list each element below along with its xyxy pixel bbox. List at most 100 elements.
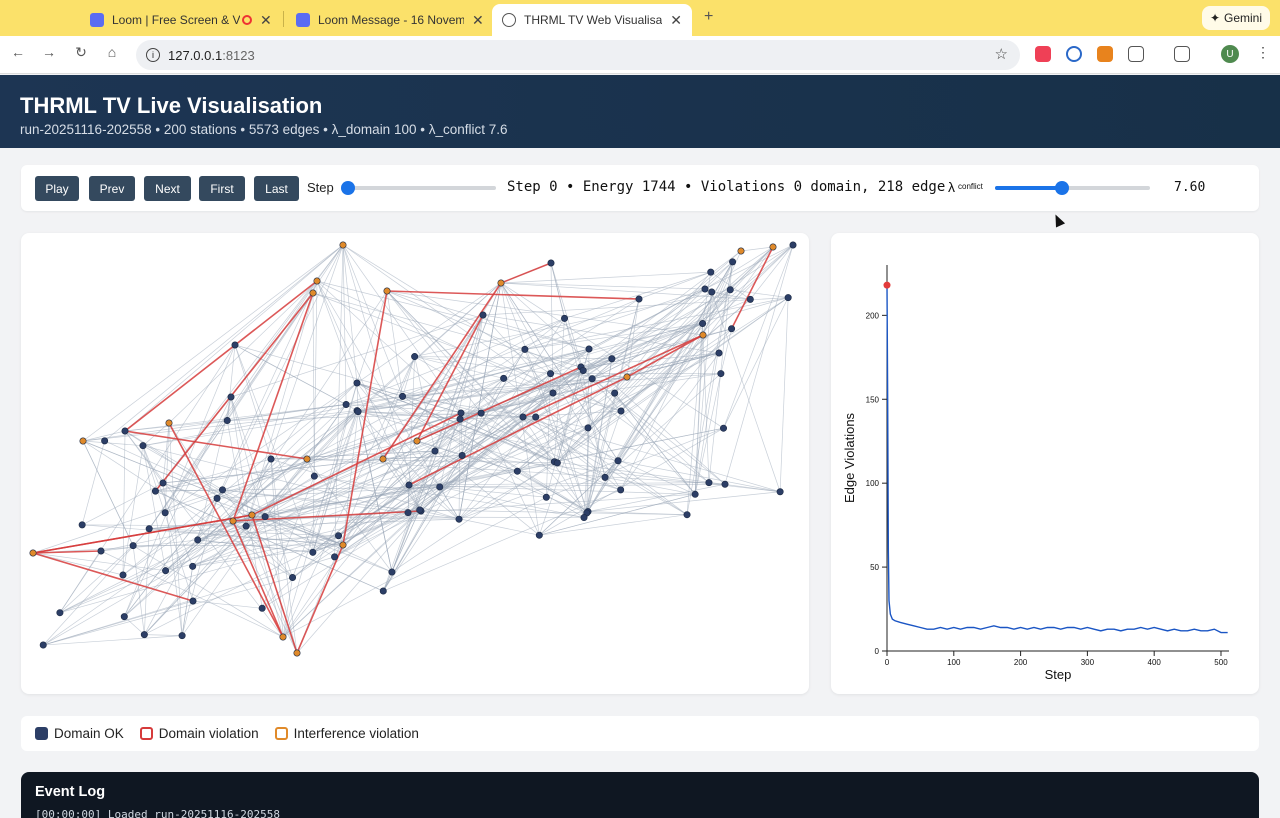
- interference-node: [769, 243, 777, 251]
- station-node: [535, 531, 543, 539]
- station-node: [289, 574, 297, 582]
- avatar[interactable]: U: [1221, 45, 1239, 63]
- station-node: [145, 525, 153, 533]
- legend-item-interference-violation: Interference violation: [274, 726, 419, 741]
- forward-arrow-icon[interactable]: →: [39, 44, 59, 60]
- event-log: Event Log [00:00:00] Loaded run-20251116…: [21, 772, 1259, 818]
- graph-edge: [32, 552, 166, 572]
- browser-tab-loom[interactable]: Loom | Free Screen & Vide ✕: [80, 4, 282, 36]
- close-tab-icon[interactable]: ✕: [260, 12, 272, 29]
- lambda-slider-thumb[interactable]: [1054, 181, 1069, 195]
- step-slider[interactable]: [341, 181, 496, 195]
- station-node: [139, 442, 147, 450]
- extensions-icon[interactable]: [1128, 46, 1144, 62]
- first-button[interactable]: First: [199, 176, 245, 201]
- station-node: [194, 536, 202, 544]
- current-step-marker: [883, 281, 891, 289]
- lambda-conflict-slider[interactable]: [995, 181, 1150, 195]
- station-node: [715, 349, 723, 357]
- metamask-icon[interactable]: [1097, 46, 1113, 62]
- bookmark-star-icon[interactable]: ☆: [995, 45, 1008, 63]
- network-graph[interactable]: [21, 233, 809, 694]
- browser-tab-thrml[interactable]: THRML TV Web Visualisation ✕: [492, 4, 692, 36]
- graph-edge: [779, 297, 789, 492]
- graph-edge: [439, 486, 547, 498]
- tab-title: Loom | Free Screen & Vide: [112, 13, 240, 27]
- pocket-icon[interactable]: [1035, 46, 1051, 62]
- interference-node: [293, 649, 301, 657]
- station-node: [309, 548, 317, 556]
- gemini-button[interactable]: ✦ Gemini: [1202, 6, 1270, 30]
- browser-tab-loom-message[interactable]: Loom Message - 16 Novembe ✕: [286, 4, 494, 36]
- interference-node: [623, 373, 631, 381]
- graph-edge: [704, 244, 794, 290]
- graph-edge: [148, 292, 314, 529]
- station-node: [39, 641, 47, 649]
- page-title: THRML TV Live Visualisation: [20, 93, 323, 118]
- graph-edge: [144, 410, 358, 635]
- station-node: [721, 480, 729, 488]
- next-button[interactable]: Next: [144, 176, 191, 201]
- station-node: [455, 515, 463, 523]
- station-node: [354, 408, 362, 416]
- graph-edge: [264, 392, 554, 517]
- station-node: [223, 417, 231, 425]
- graph-edge: [740, 246, 774, 252]
- step-slider-thumb[interactable]: [341, 181, 355, 195]
- station-node: [161, 509, 169, 517]
- new-tab-button[interactable]: +: [704, 8, 713, 26]
- loom-favicon-icon: [296, 13, 310, 27]
- edge-layer: [32, 244, 794, 654]
- station-node: [547, 259, 555, 267]
- menu-icon[interactable]: ⋮: [1256, 44, 1270, 61]
- station-node: [411, 353, 419, 361]
- station-node: [121, 427, 129, 435]
- reload-icon[interactable]: ↻: [71, 44, 91, 61]
- station-node: [404, 509, 412, 517]
- station-node: [119, 571, 127, 579]
- address-bar[interactable]: i 127.0.0.1:8123 ☆: [136, 40, 1020, 70]
- close-tab-icon[interactable]: ✕: [670, 12, 682, 29]
- x-tick-label: 500: [1214, 658, 1228, 667]
- last-button[interactable]: Last: [254, 176, 299, 201]
- station-node: [140, 631, 148, 639]
- interference-node: [279, 633, 287, 641]
- info-icon[interactable]: i: [146, 48, 160, 62]
- graph-edge: [226, 292, 314, 421]
- interference-node: [699, 331, 707, 339]
- station-node: [608, 355, 616, 363]
- station-node: [601, 473, 609, 481]
- x-tick-label: 100: [947, 658, 961, 667]
- interference-node: [339, 241, 347, 249]
- station-node: [579, 367, 587, 375]
- station-node: [699, 319, 707, 327]
- graph-edge: [43, 635, 183, 646]
- graph-edge: [587, 483, 726, 512]
- tab-search-icon[interactable]: [1174, 46, 1190, 62]
- x-tick-label: 400: [1148, 658, 1162, 667]
- station-node: [708, 288, 716, 296]
- station-node: [746, 295, 754, 303]
- recording-icon: [242, 15, 252, 25]
- tab-title: THRML TV Web Visualisation: [524, 13, 663, 27]
- playback-controls: Play Prev Next First Last Step Step 0 • …: [21, 165, 1259, 211]
- home-icon[interactable]: ⌂: [102, 44, 122, 60]
- browser-tab-bar: Loom | Free Screen & Vide ✕ Loom Message…: [0, 0, 1280, 36]
- onepassword-icon[interactable]: [1066, 46, 1082, 62]
- prev-button[interactable]: Prev: [89, 176, 135, 201]
- back-arrow-icon[interactable]: ←: [8, 44, 28, 60]
- interference-node: [79, 437, 87, 445]
- station-node: [399, 392, 407, 400]
- play-button[interactable]: Play: [35, 176, 79, 201]
- station-node: [726, 286, 734, 294]
- station-node: [242, 522, 250, 530]
- graph-edge: [750, 244, 794, 300]
- close-tab-icon[interactable]: ✕: [472, 12, 484, 29]
- station-node: [379, 587, 387, 595]
- station-node: [720, 424, 728, 432]
- interference-node: [379, 455, 387, 463]
- event-log-title: Event Log: [35, 784, 106, 800]
- station-node: [617, 486, 625, 494]
- graph-edge: [316, 280, 462, 414]
- station-node: [159, 479, 167, 487]
